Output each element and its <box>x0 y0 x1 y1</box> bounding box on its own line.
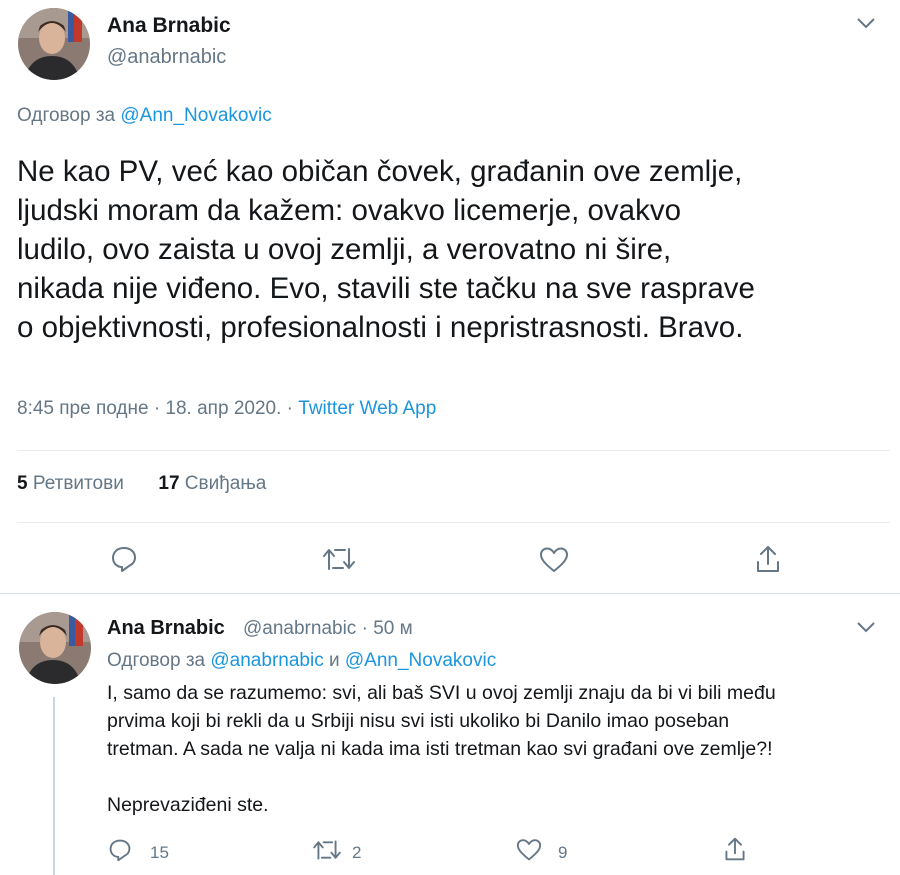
tweet-line: Ne kao PV, već kao običan čovek, građani… <box>17 155 743 188</box>
reply-icon[interactable] <box>110 545 138 578</box>
reply-context: Одговор за @Ann_Novakovic <box>17 105 272 127</box>
retweet-icon[interactable] <box>322 545 356 578</box>
author-name[interactable]: Ana Brnabic <box>107 14 231 38</box>
like-icon[interactable] <box>539 546 569 579</box>
author-handle[interactable]: @anabrnabic · 50 м <box>243 618 413 640</box>
reply-prefix: Одговор за <box>107 650 206 671</box>
source-link[interactable]: Twitter Web App <box>298 398 436 419</box>
retweet-icon[interactable] <box>312 838 342 867</box>
divider <box>17 522 890 523</box>
avatar[interactable] <box>18 8 90 80</box>
tweet-meta: 8:45 пре подне · 18. апр 2020. · Twitter… <box>17 398 436 420</box>
timestamp[interactable]: 8:45 пре подне · 18. апр 2020. · <box>17 398 293 419</box>
chevron-down-icon[interactable] <box>855 16 877 35</box>
tweet-line: nikada nije viđeno. Evo, stavili ste tač… <box>17 272 755 305</box>
retweets-label: Ретвитови <box>32 473 124 494</box>
tweet-line: ljudski moram da kažem: ovakvo licemerje… <box>17 194 681 227</box>
chevron-down-icon[interactable] <box>855 620 877 639</box>
reply-to-link[interactable]: @anabrnabic <box>210 650 323 671</box>
tweet-text: Ne kao PV, već kao običan čovek, građani… <box>17 152 887 347</box>
likes-count: 17 <box>158 473 180 494</box>
reply-count: 15 <box>150 843 169 862</box>
share-icon[interactable] <box>723 836 747 867</box>
retweets-count: 5 <box>17 473 28 494</box>
main-tweet: Ana Brnabic @anabrnabic Одговор за @Ann_… <box>0 0 900 590</box>
avatar[interactable] <box>19 612 91 684</box>
tweet-line: o objektivnosti, profesionalnosti i nepr… <box>17 311 744 344</box>
tweet-text: I, samo da se razumemo: svi, ali baš SVI… <box>107 682 776 816</box>
reply-to-link[interactable]: @Ann_Novakovic <box>120 105 271 126</box>
author-handle[interactable]: @anabrnabic <box>107 46 226 69</box>
reply-prefix: Одговор за <box>17 105 116 126</box>
divider <box>0 593 900 594</box>
reply-to-link[interactable]: @Ann_Novakovic <box>345 650 496 671</box>
tweet-line: ludilo, ovo zaista u ovoj zemlji, a vero… <box>17 233 672 266</box>
retweet-count: 2 <box>352 843 362 862</box>
like-count: 9 <box>558 843 568 862</box>
likes-stat[interactable]: 17 Свиђања <box>158 473 266 494</box>
reply-context: Одговор за @anabrnabic и @Ann_Novakovic <box>107 650 496 672</box>
share-icon[interactable] <box>754 544 782 579</box>
author-name[interactable]: Ana Brnabic <box>107 617 225 640</box>
retweets-stat[interactable]: 5 Ретвитови <box>17 473 124 494</box>
divider <box>17 450 890 451</box>
like-icon[interactable] <box>516 838 542 867</box>
thread-line <box>53 697 55 875</box>
likes-label: Свиђања <box>184 473 267 494</box>
tweet-stats: 5 Ретвитови 17 Свиђања <box>17 473 266 495</box>
reply-icon[interactable] <box>108 838 132 867</box>
reply-and: и <box>328 650 340 671</box>
